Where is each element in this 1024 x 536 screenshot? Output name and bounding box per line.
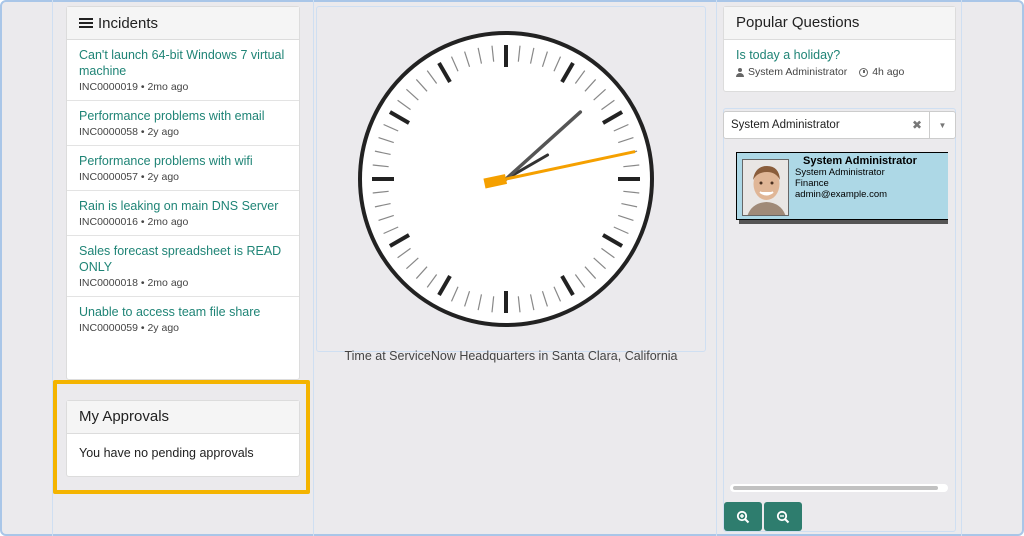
list-item[interactable]: Sales forecast spreadsheet is READ ONLY … (67, 235, 299, 296)
list-item[interactable]: Performance problems with wifi INC000005… (67, 145, 299, 190)
zoom-in-button[interactable] (724, 502, 762, 531)
incident-meta: INC0000016 • 2mo ago (79, 216, 189, 228)
incident-meta: INC0000057 • 2y ago (79, 171, 179, 183)
user-select-value: System Administrator (731, 119, 840, 131)
incident-link[interactable]: Performance problems with wifi (79, 153, 287, 169)
zoom-in-icon (736, 510, 750, 523)
incident-meta: INC0000018 • 2mo ago (79, 277, 189, 289)
question-author: System Administrator (748, 66, 848, 78)
question-meta: System Administrator 4h ago (724, 64, 955, 80)
incident-meta: INC0000019 • 2mo ago (79, 81, 189, 93)
incident-list: Can't launch 64-bit Windows 7 virtual ma… (67, 40, 299, 341)
approvals-title: My Approvals (67, 401, 299, 434)
clock-icon (859, 67, 869, 77)
card-title: System Administrator (795, 167, 885, 178)
popular-questions-panel: Popular Questions Is today a holiday? Sy… (723, 6, 956, 92)
incidents-panel: Incidents Can't launch 64-bit Windows 7 … (66, 6, 300, 380)
zoom-out-icon (776, 510, 790, 523)
question-link[interactable]: Is today a holiday? (724, 40, 955, 64)
list-item[interactable]: Rain is leaking on main DNS Server INC00… (67, 190, 299, 235)
incident-link[interactable]: Can't launch 64-bit Windows 7 virtual ma… (79, 47, 287, 79)
incident-meta: INC0000059 • 2y ago (79, 322, 179, 334)
second-hand-tail (483, 174, 508, 189)
list-item[interactable]: Performance problems with email INC00000… (67, 100, 299, 145)
card-email: admin@example.com (795, 189, 888, 200)
clock-caption: Time at ServiceNow Headquarters in Santa… (344, 349, 678, 363)
times-icon[interactable]: ✖ (905, 118, 929, 132)
approvals-panel: My Approvals You have no pending approva… (66, 400, 300, 477)
user-select[interactable]: System Administrator ✖ ▼ (723, 111, 956, 139)
card-department: Finance (795, 178, 829, 189)
incident-link[interactable]: Unable to access team file share (79, 304, 287, 320)
clock-widget (316, 6, 706, 352)
incidents-title: Incidents (98, 14, 159, 32)
zoom-out-button[interactable] (764, 502, 802, 531)
clock-face (358, 31, 654, 327)
user-card[interactable]: System Administrator System Administrato… (736, 152, 948, 220)
incident-link[interactable]: Performance problems with email (79, 108, 287, 124)
incidents-heading: Incidents (67, 7, 299, 40)
caret-down-icon[interactable]: ▼ (929, 112, 955, 138)
approvals-empty-text: You have no pending approvals (79, 446, 254, 460)
question-age: 4h ago (872, 66, 905, 78)
incident-link[interactable]: Sales forecast spreadsheet is READ ONLY (79, 243, 287, 275)
card-name: System Administrator (803, 155, 917, 167)
list-item[interactable]: Can't launch 64-bit Windows 7 virtual ma… (67, 40, 299, 100)
list-item[interactable]: Unable to access team file share INC0000… (67, 296, 299, 341)
incident-link[interactable]: Rain is leaking on main DNS Server (79, 198, 287, 214)
avatar (742, 159, 789, 216)
list-icon (79, 17, 93, 29)
horizontal-scrollbar[interactable] (730, 484, 948, 492)
popular-questions-title: Popular Questions (724, 7, 955, 40)
user-icon (736, 67, 744, 77)
incident-meta: INC0000058 • 2y ago (79, 126, 179, 138)
